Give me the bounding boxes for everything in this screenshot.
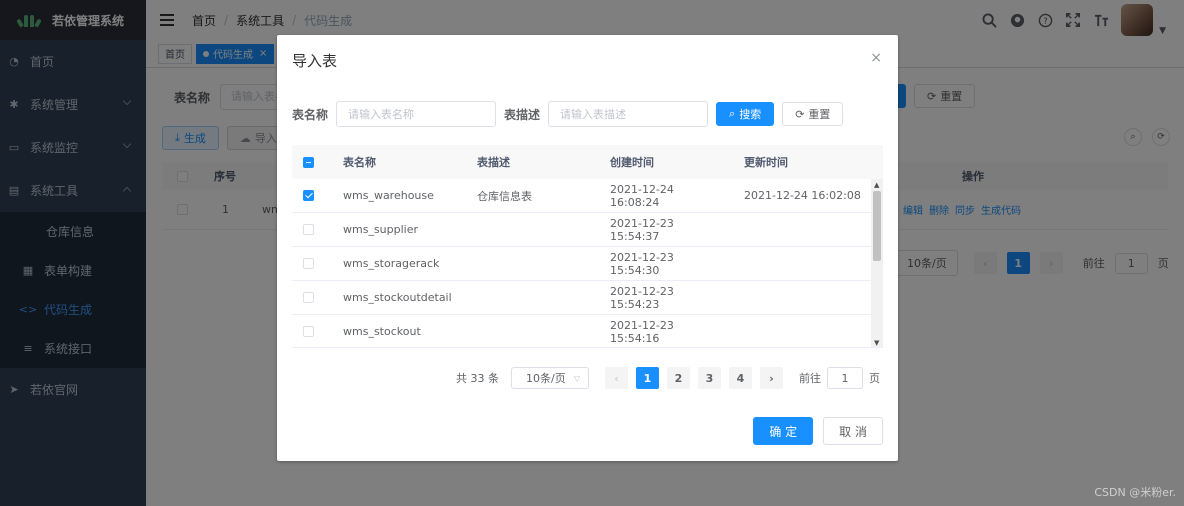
table-row[interactable]: wms_stockoutdetail 2021-12-23 15:54:23 bbox=[292, 281, 883, 315]
search-button[interactable]: ⌕ 搜索 bbox=[716, 102, 775, 126]
import-table-dialog: 导入表 × 表名称 表描述 ⌕ 搜索 ⟳ 重置 表名称 表描述 创建时间 更新时… bbox=[277, 35, 898, 461]
table-name-label: 表名称 bbox=[292, 107, 329, 122]
table-row[interactable]: wms_supplier 2021-12-23 15:54:37 bbox=[292, 213, 883, 247]
table-header: 表名称 表描述 创建时间 更新时间 bbox=[292, 145, 883, 179]
select-all-checkbox[interactable] bbox=[303, 156, 314, 168]
dialog-title: 导入表 bbox=[292, 52, 338, 70]
row-checkbox[interactable] bbox=[303, 190, 314, 201]
col-table-desc: 表描述 bbox=[477, 156, 510, 169]
row-checkbox[interactable] bbox=[303, 258, 314, 269]
row-checkbox[interactable] bbox=[303, 326, 314, 337]
cancel-button[interactable]: 取 消 bbox=[823, 417, 883, 445]
page-button-4[interactable]: 4 bbox=[729, 367, 752, 389]
table-row[interactable]: wms_stockout 2021-12-23 15:54:16 bbox=[292, 315, 883, 347]
dialog-search-form: 表名称 表描述 ⌕ 搜索 ⟳ 重置 bbox=[292, 101, 844, 127]
chevron-down-icon: ▽ bbox=[573, 373, 580, 383]
col-table-name: 表名称 bbox=[343, 156, 376, 169]
table-row[interactable]: wms_storagerack 2021-12-23 15:54:30 bbox=[292, 247, 883, 281]
table-name-input[interactable] bbox=[336, 101, 497, 127]
total-count: 共 33 条 bbox=[456, 372, 499, 385]
page-button-3[interactable]: 3 bbox=[698, 367, 721, 389]
scroll-down-icon[interactable]: ▼ bbox=[874, 339, 879, 347]
close-icon[interactable]: × bbox=[870, 50, 882, 66]
prev-page-button[interactable]: ‹ bbox=[605, 367, 628, 389]
search-icon: ⌕ bbox=[729, 107, 736, 120]
next-page-button[interactable]: › bbox=[760, 367, 783, 389]
page-size-select[interactable]: 10条/页 ▽ bbox=[511, 367, 589, 389]
table-row[interactable]: wms_warehouse 仓库信息表 2021-12-24 16:08:24 … bbox=[292, 179, 883, 213]
scroll-up-icon[interactable]: ▲ bbox=[874, 181, 879, 189]
table-desc-label: 表描述 bbox=[504, 107, 541, 122]
goto-page: 前往 页 bbox=[799, 367, 880, 389]
table-list: 表名称 表描述 创建时间 更新时间 wms_warehouse 仓库信息表 20… bbox=[292, 145, 883, 348]
page-button-2[interactable]: 2 bbox=[667, 367, 690, 389]
row-checkbox[interactable] bbox=[303, 292, 314, 303]
col-create-time: 创建时间 bbox=[610, 156, 654, 169]
watermark: CSDN @米粉er. bbox=[1094, 486, 1176, 499]
scrollbar-thumb[interactable] bbox=[873, 191, 881, 261]
table-desc-input[interactable] bbox=[548, 101, 709, 127]
col-update-time: 更新时间 bbox=[744, 156, 788, 169]
table-scrollbar[interactable]: ▲ ▼ bbox=[871, 179, 883, 347]
row-checkbox[interactable] bbox=[303, 224, 314, 235]
pagination: 共 33 条 10条/页 ▽ ‹ 1 2 3 4 › 前往 页 bbox=[456, 367, 880, 389]
reset-button[interactable]: ⟳ 重置 bbox=[782, 102, 844, 126]
goto-page-input[interactable] bbox=[827, 367, 863, 389]
refresh-icon: ⟳ bbox=[795, 107, 805, 121]
page-button-1[interactable]: 1 bbox=[636, 367, 659, 389]
dialog-footer: 确 定 取 消 bbox=[753, 417, 883, 445]
confirm-button[interactable]: 确 定 bbox=[753, 417, 814, 445]
